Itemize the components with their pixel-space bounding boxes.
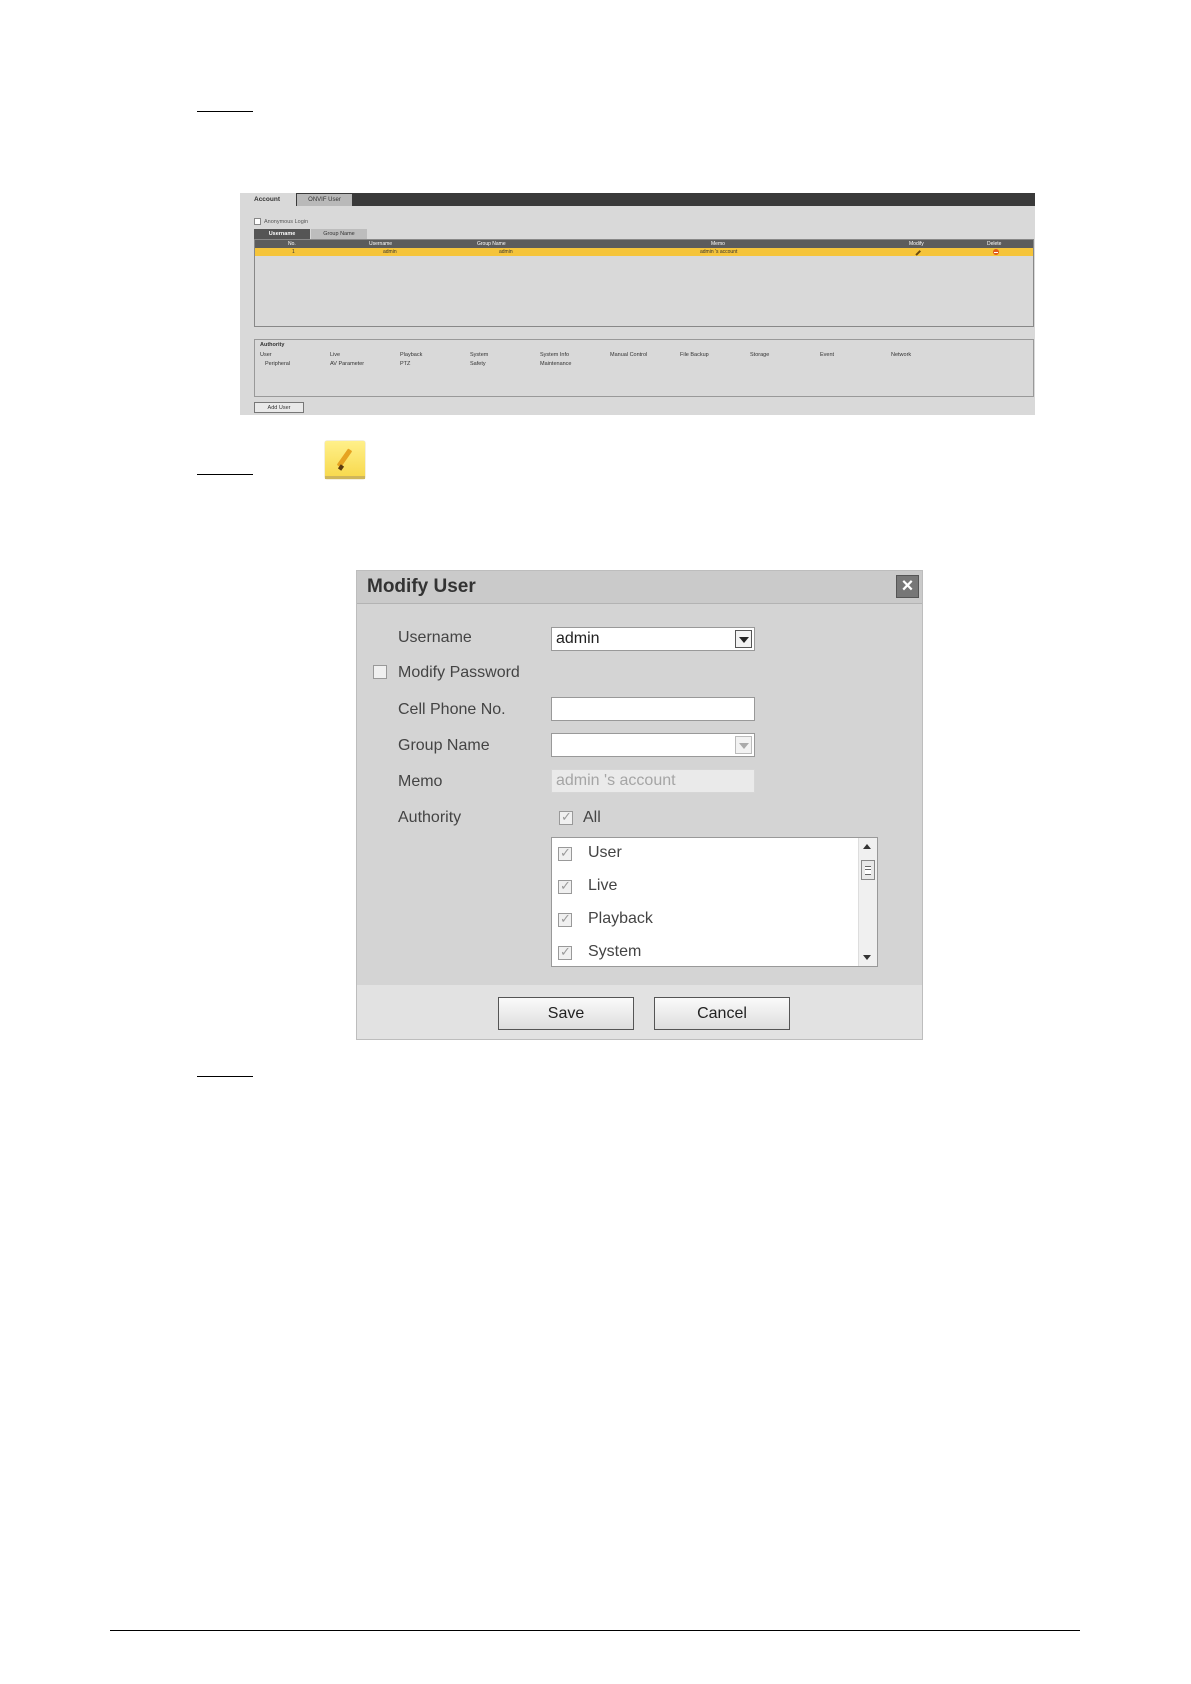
save-button[interactable]: Save bbox=[498, 997, 634, 1030]
scroll-thumb[interactable] bbox=[861, 860, 875, 880]
authority-label: Authority bbox=[398, 809, 462, 826]
delete-icon[interactable] bbox=[993, 248, 999, 258]
authority-item: Live bbox=[330, 352, 341, 358]
authority-list[interactable]: User Live Playback System bbox=[551, 837, 878, 967]
header-memo: Memo bbox=[711, 241, 725, 247]
group-name-select[interactable] bbox=[551, 733, 755, 757]
authority-item: Storage bbox=[750, 352, 770, 358]
dialog-title-bar: Modify User × bbox=[357, 571, 922, 604]
anonymous-login-checkbox[interactable] bbox=[254, 218, 261, 225]
authority-item: Peripheral bbox=[265, 361, 291, 367]
cell-phone-input[interactable] bbox=[551, 697, 755, 721]
all-label: All bbox=[583, 809, 601, 826]
table-row[interactable]: 1 admin admin admin 's account bbox=[255, 248, 1033, 256]
authority-item: Safety bbox=[470, 361, 486, 367]
authority-item: AV Parameter bbox=[330, 361, 365, 367]
header-modify: Modify bbox=[909, 241, 924, 247]
edit-icon[interactable] bbox=[915, 248, 921, 256]
group-name-label: Group Name bbox=[398, 737, 490, 754]
tab-onvif-user[interactable]: ONVIF User bbox=[297, 194, 352, 206]
authority-item: File Backup bbox=[680, 352, 709, 358]
table-header: No. Username Group Name Memo Modify Dele… bbox=[255, 240, 1033, 248]
header-username: Username bbox=[369, 241, 393, 247]
subtab-group-name[interactable]: Group Name bbox=[311, 229, 367, 239]
tab-bar bbox=[240, 193, 1035, 206]
list-scrollbar[interactable] bbox=[858, 838, 877, 966]
chevron-down-icon[interactable] bbox=[735, 630, 752, 648]
chevron-down-icon[interactable] bbox=[735, 736, 752, 754]
authority-item: Manual Control bbox=[610, 352, 648, 358]
authority-item-label: System bbox=[588, 943, 642, 960]
user-table: No. Username Group Name Memo Modify Dele… bbox=[254, 239, 1034, 327]
step-marker-3 bbox=[197, 1076, 253, 1077]
modify-user-dialog: Modify User × Username admin Modify Pass… bbox=[356, 570, 923, 1040]
scroll-down-icon[interactable] bbox=[863, 955, 871, 960]
authority-item: Network bbox=[891, 352, 912, 358]
modify-pencil-icon bbox=[325, 441, 365, 479]
tab-account[interactable]: Account bbox=[240, 193, 296, 206]
authority-item: System bbox=[470, 352, 489, 358]
authority-item: User bbox=[260, 352, 272, 358]
username-value: admin bbox=[556, 630, 600, 647]
header-group-name: Group Name bbox=[477, 241, 506, 247]
header-no: No. bbox=[288, 241, 296, 247]
page-footer-rule bbox=[110, 1630, 1080, 1631]
cell-memo: admin 's account bbox=[700, 249, 738, 255]
authority-checkbox[interactable] bbox=[558, 845, 572, 861]
cancel-button[interactable]: Cancel bbox=[654, 997, 790, 1030]
username-label: Username bbox=[398, 629, 472, 646]
all-checkbox[interactable] bbox=[559, 809, 573, 825]
modify-password-label: Modify Password bbox=[398, 664, 520, 681]
authority-checkbox[interactable] bbox=[558, 911, 572, 927]
authority-item: System Info bbox=[540, 352, 570, 358]
cell-no: 1 bbox=[292, 249, 295, 255]
step-marker-2 bbox=[197, 474, 253, 475]
cell-group-name: admin bbox=[499, 249, 513, 255]
dialog-title: Modify User bbox=[367, 576, 476, 597]
authority-panel: Authority User Live Playback System Syst… bbox=[254, 339, 1034, 397]
authority-item: Event bbox=[820, 352, 835, 358]
authority-checkbox[interactable] bbox=[558, 878, 572, 894]
header-delete: Delete bbox=[987, 241, 1002, 247]
modify-password-checkbox[interactable] bbox=[373, 665, 387, 679]
authority-title: Authority bbox=[260, 342, 285, 348]
anonymous-login-option[interactable]: Anonymous Login bbox=[254, 218, 308, 225]
authority-item-label: Live bbox=[588, 877, 618, 894]
dialog-footer: Save Cancel bbox=[357, 985, 922, 1039]
memo-label: Memo bbox=[398, 773, 443, 790]
subtab-username[interactable]: Username bbox=[254, 229, 310, 239]
step-marker-1 bbox=[197, 111, 253, 112]
memo-field: admin 's account bbox=[551, 769, 755, 793]
scroll-up-icon[interactable] bbox=[863, 844, 871, 849]
username-select[interactable]: admin bbox=[551, 627, 755, 651]
authority-item-label: User bbox=[588, 844, 622, 861]
authority-item: Playback bbox=[400, 352, 423, 358]
authority-checkbox[interactable] bbox=[558, 944, 572, 960]
close-icon[interactable]: × bbox=[896, 575, 919, 598]
cell-phone-label: Cell Phone No. bbox=[398, 701, 506, 718]
add-user-button[interactable]: Add User bbox=[254, 402, 304, 413]
authority-item: Maintenance bbox=[540, 361, 572, 367]
cell-username: admin bbox=[383, 249, 397, 255]
anonymous-login-label: Anonymous Login bbox=[264, 218, 309, 225]
authority-item-label: Playback bbox=[588, 910, 653, 927]
account-screenshot: Account ONVIF User Anonymous Login Usern… bbox=[240, 193, 1035, 415]
authority-item: PTZ bbox=[400, 361, 411, 367]
